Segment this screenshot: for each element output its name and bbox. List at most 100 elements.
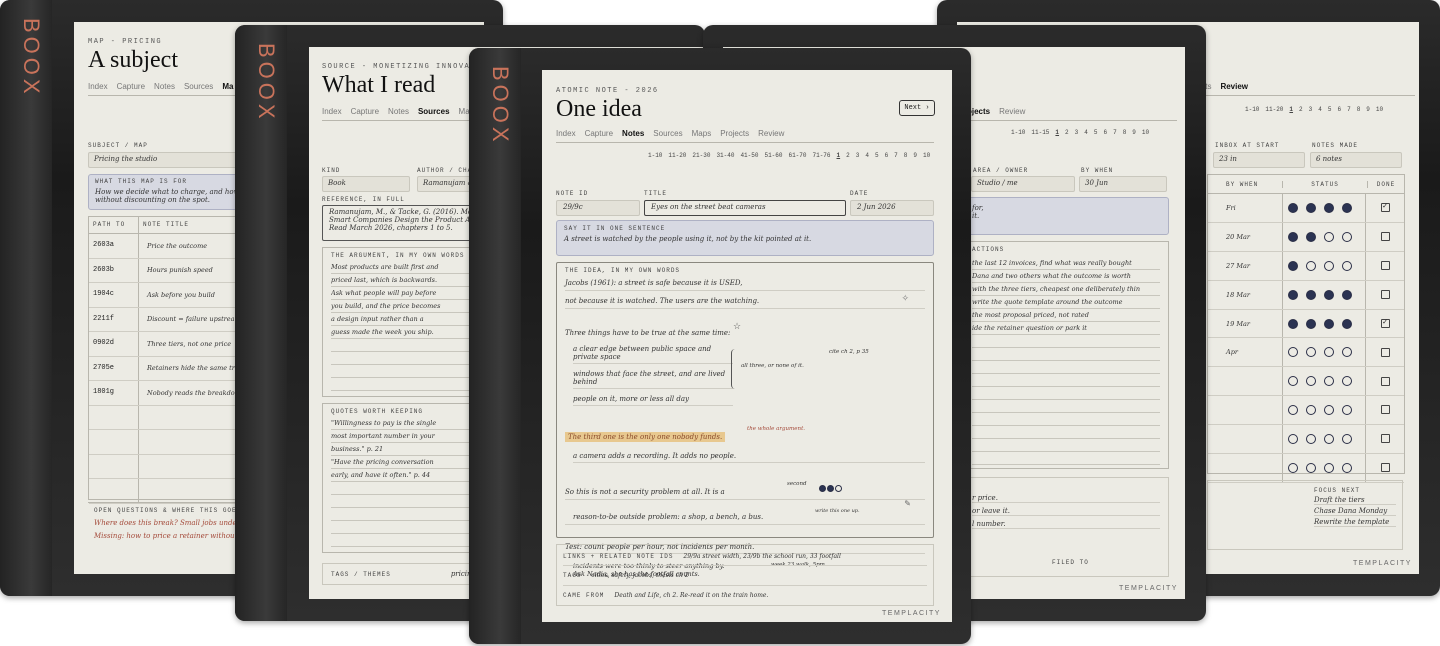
tab-maps[interactable]: Maps bbox=[692, 129, 712, 138]
status-dot[interactable] bbox=[1288, 260, 1298, 271]
status-dot[interactable] bbox=[1342, 347, 1352, 358]
tab-notes[interactable]: Notes bbox=[622, 129, 644, 138]
status-dot[interactable] bbox=[1288, 376, 1298, 387]
done-checkbox[interactable] bbox=[1380, 463, 1390, 473]
page-link[interactable]: 1 bbox=[837, 152, 841, 159]
page-link[interactable]: 1-10 bbox=[1011, 129, 1025, 136]
page-link[interactable]: 2 bbox=[1299, 106, 1303, 113]
done-checkbox[interactable]: ✓ bbox=[1380, 318, 1390, 328]
status-dot[interactable] bbox=[1306, 260, 1316, 271]
page-link[interactable]: 7 bbox=[1347, 106, 1351, 113]
page-link[interactable]: 71-76 bbox=[813, 152, 831, 159]
tab-sources[interactable]: Sources bbox=[418, 107, 450, 116]
page-link[interactable]: 6 bbox=[885, 152, 889, 159]
table-row[interactable]: 20 Mar bbox=[1208, 222, 1404, 252]
table-row[interactable]: 27 Mar bbox=[1208, 251, 1404, 281]
status-dot[interactable] bbox=[1324, 405, 1334, 416]
page-link[interactable]: 11-20 bbox=[668, 152, 686, 159]
page-link[interactable]: 5 bbox=[1328, 106, 1332, 113]
tab-notes[interactable]: Notes bbox=[154, 82, 175, 91]
status-dot[interactable] bbox=[1288, 289, 1298, 300]
page-link[interactable]: 6 bbox=[1337, 106, 1341, 113]
page-link[interactable]: 10 bbox=[923, 152, 930, 159]
tab-projects[interactable]: Projects bbox=[720, 129, 749, 138]
done-checkbox[interactable] bbox=[1380, 347, 1390, 357]
tab-review[interactable]: Review bbox=[999, 107, 1025, 116]
status-dot[interactable] bbox=[1306, 376, 1316, 387]
status-dot[interactable] bbox=[1324, 289, 1334, 300]
page-link[interactable]: 4 bbox=[1084, 129, 1088, 136]
page-link[interactable]: 51-60 bbox=[764, 152, 782, 159]
when-field[interactable]: 30 Jun bbox=[1079, 176, 1167, 192]
page-link[interactable]: 8 bbox=[904, 152, 908, 159]
tab-capture[interactable]: Capture bbox=[351, 107, 379, 116]
page-link[interactable]: 9 bbox=[913, 152, 917, 159]
status-dot[interactable] bbox=[1288, 231, 1298, 242]
table-row[interactable] bbox=[1208, 367, 1404, 397]
tab-notes[interactable]: Notes bbox=[388, 107, 409, 116]
status-dot[interactable] bbox=[1342, 289, 1352, 300]
page-link[interactable]: 41-50 bbox=[740, 152, 758, 159]
page-link[interactable]: 7 bbox=[894, 152, 898, 159]
page-link[interactable]: 1-10 bbox=[1245, 106, 1259, 113]
tab-maps[interactable]: Ma bbox=[459, 107, 470, 116]
done-checkbox[interactable] bbox=[1380, 289, 1390, 299]
tab-index[interactable]: Index bbox=[322, 107, 342, 116]
status-dot[interactable] bbox=[1324, 260, 1334, 271]
status-dot[interactable] bbox=[1288, 347, 1298, 358]
done-checkbox[interactable] bbox=[1380, 232, 1390, 242]
status-dot[interactable] bbox=[1324, 462, 1334, 473]
done-checkbox[interactable] bbox=[1380, 260, 1390, 270]
done-checkbox[interactable]: ✓ bbox=[1380, 203, 1390, 213]
page-link[interactable]: 10 bbox=[1376, 106, 1383, 113]
page-link[interactable]: 4 bbox=[1318, 106, 1322, 113]
page-link[interactable]: 5 bbox=[1094, 129, 1098, 136]
tab-review[interactable]: Review bbox=[758, 129, 784, 138]
page-link[interactable]: 6 bbox=[1103, 129, 1107, 136]
table-row[interactable]: 19 Mar ✓ bbox=[1208, 309, 1404, 339]
table-row[interactable]: 18 Mar bbox=[1208, 280, 1404, 310]
status-dot[interactable] bbox=[1324, 434, 1334, 445]
status-dot[interactable] bbox=[1306, 289, 1316, 300]
page-link[interactable]: 4 bbox=[865, 152, 869, 159]
page-link[interactable]: 1-10 bbox=[648, 152, 662, 159]
page-link[interactable]: 11-20 bbox=[1265, 106, 1283, 113]
page-link[interactable]: 2 bbox=[846, 152, 850, 159]
done-checkbox[interactable] bbox=[1380, 376, 1390, 386]
tab-capture[interactable]: Capture bbox=[117, 82, 145, 91]
status-dot[interactable] bbox=[1288, 405, 1298, 416]
status-dot[interactable] bbox=[1342, 260, 1352, 271]
status-dot[interactable] bbox=[1306, 347, 1316, 358]
status-dot[interactable] bbox=[1306, 434, 1316, 445]
page-link[interactable]: 7 bbox=[1113, 129, 1117, 136]
page-link[interactable]: 2 bbox=[1065, 129, 1069, 136]
note-id-field[interactable]: 29/9c bbox=[556, 200, 640, 216]
status-dot[interactable] bbox=[1342, 231, 1352, 242]
kind-field[interactable]: Book bbox=[322, 176, 410, 192]
status-dot[interactable] bbox=[1342, 202, 1352, 213]
status-dot[interactable] bbox=[1324, 318, 1334, 329]
done-checkbox[interactable] bbox=[1380, 405, 1390, 415]
title-field[interactable]: Eyes on the street beat cameras bbox=[644, 200, 846, 216]
tab-sources[interactable]: Sources bbox=[653, 129, 682, 138]
next-button[interactable]: Next › bbox=[899, 100, 935, 116]
page-link[interactable]: 9 bbox=[1366, 106, 1370, 113]
page-link[interactable]: 5 bbox=[875, 152, 879, 159]
table-row[interactable]: Fri ✓ bbox=[1208, 194, 1404, 223]
status-dot[interactable] bbox=[1342, 462, 1352, 473]
tab-index[interactable]: Index bbox=[88, 82, 108, 91]
status-dot[interactable] bbox=[1342, 434, 1352, 445]
page-link[interactable]: 11-15 bbox=[1031, 129, 1049, 136]
page-link[interactable]: 1 bbox=[1289, 106, 1293, 113]
tab-index[interactable]: Index bbox=[556, 129, 576, 138]
page-link[interactable]: 8 bbox=[1123, 129, 1127, 136]
tab-sources[interactable]: Sources bbox=[184, 82, 213, 91]
tab-review[interactable]: Review bbox=[1220, 82, 1248, 91]
status-dot[interactable] bbox=[1288, 318, 1298, 329]
table-row[interactable] bbox=[1208, 425, 1404, 455]
notes-made-field[interactable]: 6 notes bbox=[1310, 152, 1402, 168]
tab-maps[interactable]: Ma bbox=[222, 82, 233, 91]
status-dot[interactable] bbox=[1288, 202, 1298, 213]
page-link[interactable]: 10 bbox=[1142, 129, 1149, 136]
status-dot[interactable] bbox=[1342, 376, 1352, 387]
